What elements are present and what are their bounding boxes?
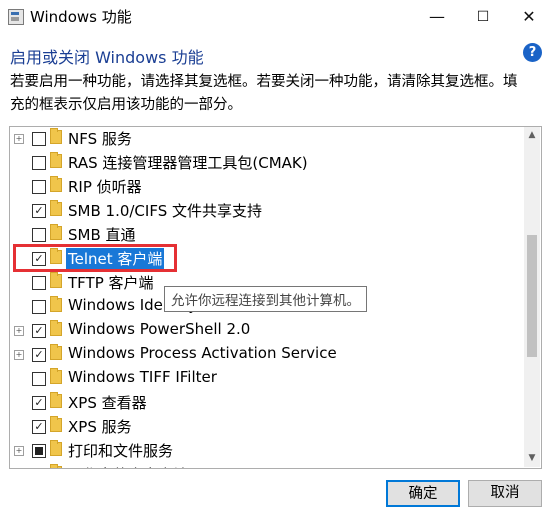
feature-checkbox[interactable] [32,180,46,194]
folder-icon [50,320,62,336]
feature-row[interactable]: RAS 连接管理器管理工具包(CMAK) [10,151,525,175]
folder-icon [50,440,62,456]
feature-label: RIP 侦听器 [68,178,142,196]
feature-label: TFTP 客户端 [68,274,154,292]
instructions-text: 若要启用一种功能，请选择其复选框。若要关闭一种功能，请清除其复选框。填充的框表示… [10,74,518,113]
highlight-box [13,244,177,272]
feature-row[interactable]: 工作文件夹客户端 [10,463,525,469]
folder-icon [50,392,62,408]
folder-icon [50,128,62,144]
feature-label: SMB 1.0/CIFS 文件共享支持 [68,202,262,220]
feature-row[interactable]: + ✓ Windows PowerShell 2.0 [10,319,525,343]
feature-checkbox[interactable]: ✓ [32,348,46,362]
folder-icon [50,368,62,384]
folder-icon [50,416,62,432]
scrollbar-thumb[interactable] [527,235,537,357]
feature-label: NFS 服务 [68,130,132,148]
folder-icon [50,296,62,312]
feature-row[interactable]: + ✓ Windows Process Activation Service [10,343,525,367]
feature-tooltip: 允许你远程连接到其他计算机。 [164,286,367,312]
feature-checkbox[interactable] [32,228,46,242]
minimize-button[interactable]: — [414,0,460,34]
scroll-up-icon[interactable]: ▲ [524,127,540,144]
folder-icon [50,176,62,192]
expand-icon[interactable]: + [14,134,24,144]
expand-icon[interactable]: + [14,446,24,456]
folder-icon [50,344,62,360]
feature-label: XPS 服务 [68,418,132,436]
feature-label: Windows Process Activation Service [68,344,337,362]
windows-features-dialog: Windows 功能 — ☐ ✕ 启用或关闭 Windows 功能 ? 若要启用… [0,0,552,515]
dialog-heading: 启用或关闭 Windows 功能 [10,48,204,67]
feature-row[interactable]: ✓ XPS 查看器 [10,391,525,415]
maximize-button[interactable]: ☐ [460,0,506,34]
feature-row[interactable]: ✓ XPS 服务 [10,415,525,439]
feature-row[interactable]: + NFS 服务 [10,127,525,151]
feature-checkbox[interactable] [32,132,46,146]
close-button[interactable]: ✕ [506,0,552,34]
feature-checkbox[interactable] [32,156,46,170]
feature-checkbox[interactable] [32,372,46,386]
feature-label: RAS 连接管理器管理工具包(CMAK) [68,154,308,172]
feature-label: Windows PowerShell 2.0 [68,320,251,338]
folder-icon [50,152,62,168]
feature-row[interactable]: + 打印和文件服务 [10,439,525,463]
feature-label: Windows TIFF IFilter [68,368,217,386]
feature-checkbox[interactable]: ✓ [32,420,46,434]
feature-row[interactable]: Windows TIFF IFilter [10,367,525,391]
folder-icon [50,272,62,288]
folder-icon [50,224,62,240]
scroll-down-icon[interactable]: ▼ [524,450,540,467]
folder-icon [50,200,62,216]
feature-checkbox[interactable]: ✓ [32,396,46,410]
title-bar: Windows 功能 — ☐ ✕ [0,0,552,34]
cancel-button[interactable]: 取消 [468,480,542,507]
expand-icon[interactable]: + [14,326,24,336]
feature-row[interactable]: ✓ SMB 1.0/CIFS 文件共享支持 [10,199,525,223]
folder-icon [50,464,62,468]
feature-checkbox[interactable] [32,276,46,290]
feature-label: 打印和文件服务 [68,442,174,460]
ok-button[interactable]: 确定 [386,480,460,507]
feature-checkbox[interactable]: ✓ [32,324,46,338]
feature-checkbox[interactable] [32,444,46,458]
expand-icon[interactable]: + [14,350,24,360]
control-panel-icon [8,9,24,25]
feature-checkbox[interactable] [32,468,46,469]
help-icon[interactable]: ? [523,43,542,62]
feature-label: 工作文件夹客户端 [66,464,190,468]
feature-checkbox[interactable]: ✓ [32,204,46,218]
vertical-scrollbar[interactable]: ▲ ▼ [524,127,540,467]
window-title: Windows 功能 [30,8,132,26]
feature-checkbox[interactable] [32,300,46,314]
feature-label: XPS 查看器 [68,394,147,412]
feature-row[interactable]: RIP 侦听器 [10,175,525,199]
feature-label: SMB 直通 [68,226,136,244]
